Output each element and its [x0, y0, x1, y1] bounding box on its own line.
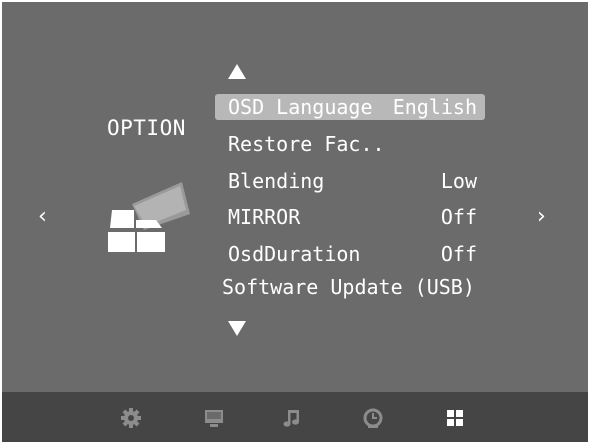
- menu-item-software-update[interactable]: Software Update (USB): [215, 274, 485, 300]
- gear-icon[interactable]: [120, 407, 142, 429]
- menu-item-blending[interactable]: Blending Low: [215, 168, 485, 194]
- left-arrow-icon[interactable]: ‹: [38, 206, 47, 228]
- option-icon: [108, 182, 190, 252]
- menu-item-restore-factory[interactable]: Restore Fac..: [215, 131, 485, 157]
- menu-item-value: English: [392, 95, 477, 119]
- menu-item-label: OSD Language: [228, 95, 373, 119]
- music-note-icon[interactable]: [281, 407, 303, 429]
- clock-icon[interactable]: [362, 407, 384, 429]
- monitor-icon[interactable]: [203, 407, 225, 429]
- menu-item-mirror[interactable]: MIRROR Off: [215, 204, 485, 230]
- menu-item-label: Blending: [228, 169, 325, 193]
- menu-item-label: MIRROR: [228, 205, 301, 229]
- menu-item-label: Restore Fac..: [228, 132, 385, 156]
- scroll-down-icon[interactable]: [228, 321, 246, 336]
- tab-bar: [2, 392, 588, 442]
- menu-item-value: Off: [440, 242, 477, 266]
- menu-item-value: Low: [440, 169, 477, 193]
- menu-item-label: Software Update (USB): [222, 275, 475, 299]
- menu-item-label: OsdDuration: [228, 242, 361, 266]
- option-grid-icon[interactable]: [444, 407, 466, 429]
- right-arrow-icon[interactable]: ›: [537, 206, 546, 228]
- osd-screen: OPTION ‹ › OSD Language English Restore …: [2, 2, 588, 442]
- menu-item-osd-duration[interactable]: OsdDuration Off: [215, 241, 485, 267]
- menu-item-value: Off: [440, 205, 477, 229]
- menu-item-osd-language[interactable]: OSD Language English: [215, 94, 485, 120]
- section-title: OPTION: [107, 116, 186, 140]
- scroll-up-icon[interactable]: [228, 64, 246, 79]
